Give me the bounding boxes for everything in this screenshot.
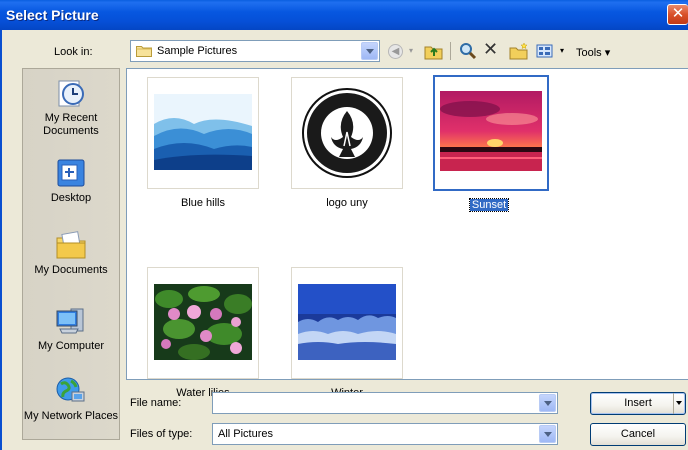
sunset-thumbnail (440, 91, 542, 171)
views-dropdown-icon[interactable]: ▾ (560, 46, 564, 66)
desktop-icon (54, 157, 88, 189)
look-in-value: Sample Pictures (157, 45, 238, 57)
views-icon (536, 44, 553, 58)
file-item-logo-uny[interactable]: logo uny (291, 77, 403, 209)
place-label: My Computer (37, 340, 105, 352)
tools-label: Tools (576, 47, 602, 59)
file-item-water-lilies[interactable]: Water lilies (147, 267, 259, 399)
file-item-blue-hills[interactable]: Blue hills (147, 77, 259, 209)
thumbnail-frame (291, 267, 403, 379)
new-folder-icon (509, 42, 528, 60)
file-item-winter[interactable]: Winter (291, 267, 403, 399)
water-lilies-thumbnail (154, 284, 252, 360)
place-my-network-places[interactable]: My Network Places (23, 375, 119, 423)
look-in-label: Look in: (54, 46, 93, 58)
dialog-body: Look in: Sample Pictures ◀ ▾ ✕ ▾ Tools ▾… (0, 30, 688, 450)
search-icon (460, 43, 477, 60)
delete-icon: ✕ (483, 39, 499, 59)
place-my-recent-documents[interactable]: My Recent Documents (23, 77, 119, 138)
tools-menu-button[interactable]: Tools ▾ (576, 46, 610, 59)
file-item-sunset[interactable]: Sunset (433, 75, 549, 212)
back-button[interactable]: ◀ (386, 42, 406, 62)
thumbnail-frame (147, 77, 259, 189)
file-name-label: Blue hills (180, 197, 226, 209)
insert-options-dropdown[interactable] (673, 393, 685, 414)
tools-dropdown-icon: ▾ (604, 47, 611, 59)
files-of-type-label: Files of type: (130, 428, 193, 440)
insert-button[interactable]: Insert (590, 392, 686, 415)
look-in-combobox[interactable]: Sample Pictures (130, 40, 380, 62)
file-name-input[interactable] (212, 392, 558, 414)
files-of-type-select[interactable]: All Pictures (212, 423, 558, 445)
delete-button[interactable]: ✕ (483, 39, 503, 59)
files-of-type-value: All Pictures (218, 428, 274, 440)
blue-hills-thumbnail (154, 94, 252, 170)
place-my-computer[interactable]: My Computer (23, 305, 119, 353)
window-title: Select Picture (6, 7, 99, 23)
place-my-documents[interactable]: My Documents (23, 229, 119, 277)
toolbar-separator (450, 42, 451, 60)
back-dropdown-icon[interactable]: ▾ (409, 46, 415, 66)
thumbnail-frame (147, 267, 259, 379)
up-folder-icon (424, 46, 443, 60)
my-documents-icon (54, 229, 88, 261)
file-list-pane[interactable]: Blue hills logo uny Sunset Water lilies (126, 68, 688, 399)
search-web-button[interactable] (458, 42, 478, 62)
cancel-button-label: Cancel (620, 428, 656, 440)
place-label: My Documents (34, 264, 108, 276)
folder-icon (136, 46, 152, 57)
insert-button-label: Insert (624, 397, 652, 409)
title-bar[interactable]: Select Picture ✕ (0, 0, 688, 30)
file-name-dropdown-button[interactable] (539, 394, 556, 412)
files-of-type-dropdown-button[interactable] (539, 425, 556, 443)
places-bar: My Recent Documents Desktop My Documents… (22, 68, 120, 440)
up-one-level-button[interactable] (424, 42, 444, 62)
close-button[interactable]: ✕ (667, 4, 688, 25)
look-in-dropdown-button[interactable] (361, 42, 378, 60)
logo-uny-thumbnail (302, 88, 392, 178)
place-label: My Network Places (23, 410, 119, 422)
file-name-label: logo uny (326, 197, 368, 209)
thumbnail-frame-selected (433, 75, 549, 191)
new-folder-button[interactable] (509, 42, 529, 62)
place-desktop[interactable]: Desktop (23, 157, 119, 205)
file-name-field-label: File name: (130, 397, 182, 409)
cancel-button[interactable]: Cancel (590, 423, 686, 446)
winter-thumbnail (298, 284, 396, 360)
network-places-icon (54, 375, 88, 407)
thumbnail-frame (291, 77, 403, 189)
my-computer-icon (54, 305, 88, 337)
close-icon: ✕ (671, 5, 685, 22)
place-label: My Recent Documents (43, 112, 99, 137)
file-name-label-selected: Sunset (468, 198, 510, 212)
recent-documents-icon (54, 77, 88, 109)
place-label: Desktop (50, 192, 92, 204)
views-button[interactable] (535, 42, 555, 62)
back-arrow-icon: ◀ (388, 44, 403, 59)
